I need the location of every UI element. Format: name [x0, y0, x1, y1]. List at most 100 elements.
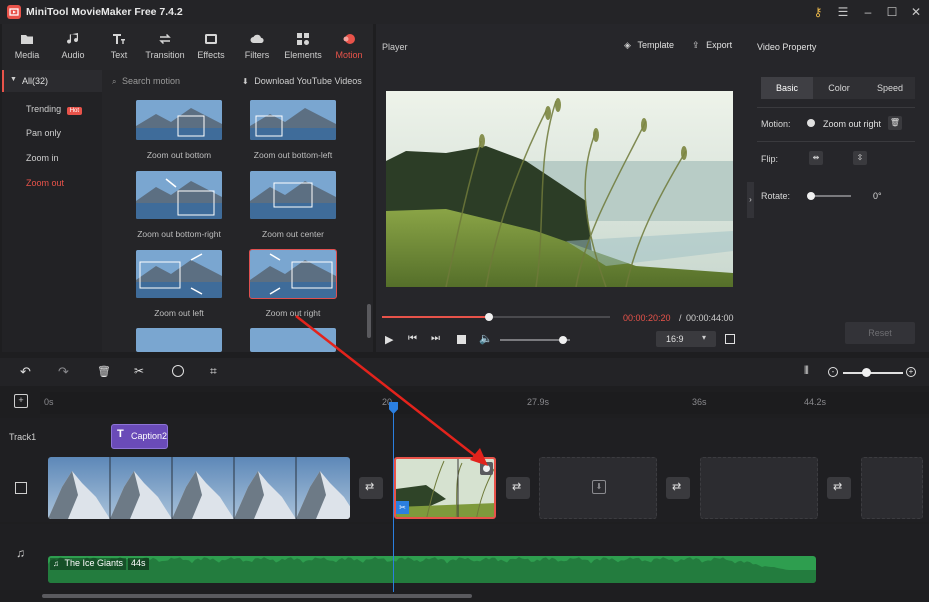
motion-thumb-selected[interactable]	[249, 249, 337, 299]
track-label: Track1	[9, 432, 37, 442]
category-zoom-in[interactable]: Zoom in	[26, 153, 59, 163]
redo-icon[interactable]: ↷	[58, 364, 69, 380]
split-marker-icon[interactable]: ✂	[396, 501, 409, 514]
motion-thumb[interactable]	[136, 250, 222, 298]
transition-slot[interactable]: ⇄	[506, 477, 530, 499]
search-motion-input[interactable]: Search motion	[122, 76, 180, 86]
timeline-ruler[interactable]: 0s 20 27.9s 36s 44.2s	[40, 392, 929, 414]
tab-audio[interactable]: Audio	[50, 24, 96, 70]
volume-thumb[interactable]	[559, 336, 567, 344]
category-all[interactable]: ▼ All(32)	[2, 70, 102, 92]
transition-slot[interactable]: ⇄	[359, 477, 383, 499]
motion-applied-icon[interactable]	[480, 462, 493, 475]
category-all-label: All(32)	[22, 76, 49, 86]
elements-icon	[297, 33, 309, 45]
aspect-value: 16:9	[666, 334, 684, 344]
tab-motion[interactable]: Motion	[326, 24, 372, 70]
export-button[interactable]: ⇪ Export	[692, 40, 732, 51]
caption-clip[interactable]: T Caption2	[111, 424, 168, 449]
speed-icon[interactable]	[172, 365, 184, 377]
motion-thumb[interactable]	[136, 328, 222, 352]
app-logo-icon	[7, 5, 21, 19]
zoom-slider-track[interactable]	[843, 372, 903, 374]
rotate-slider-thumb[interactable]	[807, 192, 815, 200]
template-button[interactable]: ◈ Template	[624, 40, 674, 51]
download-youtube-button[interactable]: ⬇ Download YouTube Videos	[242, 76, 367, 88]
category-zoom-out[interactable]: Zoom out	[26, 178, 64, 188]
time-separator: /	[679, 313, 682, 323]
delete-motion-icon[interactable]: 🗑	[888, 116, 902, 130]
grid-scrollbar[interactable]	[367, 304, 371, 338]
split-icon[interactable]: ✂	[134, 364, 144, 378]
tab-media[interactable]: Media	[4, 24, 50, 70]
timeline-scrollbar[interactable]	[42, 594, 472, 598]
app-title: MiniTool MovieMaker Free 7.4.2	[26, 6, 183, 18]
rotate-value: 0°	[873, 191, 882, 201]
previous-frame-icon[interactable]: ⏮	[408, 333, 417, 344]
volume-icon[interactable]: 🔈	[479, 332, 493, 345]
collapse-handle[interactable]: ›	[747, 182, 754, 218]
motion-thumb[interactable]	[250, 100, 336, 140]
tab-effects[interactable]: Effects	[188, 24, 234, 70]
caret-down-icon: ▼	[10, 76, 17, 83]
flip-horizontal-icon[interactable]: ⇹	[809, 151, 823, 165]
zoom-out-icon[interactable]: -	[828, 367, 838, 377]
tab-elements[interactable]: Elements	[280, 24, 326, 70]
delete-icon[interactable]: 🗑	[97, 365, 111, 378]
transition-slot[interactable]: ⇄	[666, 477, 690, 499]
empty-clip-slot[interactable]	[861, 457, 923, 519]
stop-icon[interactable]	[457, 335, 466, 344]
video-clip-mountains[interactable]	[48, 457, 350, 519]
audio-clip[interactable]: ♫ The Ice Giants 44s	[48, 556, 816, 583]
undo-icon[interactable]: ↶	[20, 364, 31, 380]
tab-filters[interactable]: Filters	[234, 24, 280, 70]
timeline-toolbar: ↶ ↷ 🗑 ✂ ⌗ ⦀ - +	[0, 358, 929, 386]
category-trending-label: Trending	[26, 104, 62, 114]
crop-icon[interactable]: ⌗	[210, 364, 217, 379]
transition-slot[interactable]: ⇄	[827, 477, 851, 499]
empty-clip-slot[interactable]	[700, 457, 818, 519]
tab-speed[interactable]: Speed	[865, 77, 915, 99]
motion-thumb[interactable]	[250, 171, 336, 219]
tab-basic[interactable]: Basic	[761, 77, 813, 99]
motion-thumb[interactable]	[136, 171, 222, 219]
add-track-icon[interactable]: +	[14, 394, 28, 408]
ruler-tick: 0s	[44, 397, 54, 407]
motion-label: Zoom out center	[262, 229, 324, 239]
audio-wave-icon[interactable]: ⦀	[804, 365, 809, 378]
main-toolbar: Media Audio Text Transition Effects Filt…	[2, 24, 373, 70]
tab-transition[interactable]: Transition	[142, 24, 188, 70]
search-motion[interactable]: ⌕ Search motion	[112, 76, 232, 88]
fullscreen-icon[interactable]	[725, 334, 735, 344]
flip-vertical-icon[interactable]: ⇳	[853, 151, 867, 165]
download-icon: ⬇	[242, 77, 249, 86]
zoom-in-icon[interactable]: +	[906, 367, 916, 377]
menu-icon[interactable]: ☰	[835, 4, 851, 20]
effects-icon	[205, 34, 217, 44]
ruler-tick: 27.9s	[527, 397, 550, 407]
category-trending[interactable]: Trending Hot	[26, 104, 83, 115]
minimize-icon[interactable]: –	[860, 4, 876, 20]
next-frame-icon[interactable]: ⏭	[431, 333, 440, 344]
empty-clip-slot[interactable]: ⬇	[539, 457, 657, 519]
export-label: Export	[706, 40, 733, 50]
play-icon[interactable]: ▶	[385, 333, 393, 346]
motion-thumb[interactable]	[136, 100, 222, 140]
reset-button[interactable]: Reset	[845, 322, 915, 344]
aspect-select[interactable]: 16:9 ▾	[656, 331, 716, 347]
motion-thumb[interactable]	[250, 328, 336, 352]
category-pan-only[interactable]: Pan only	[26, 128, 61, 138]
export-icon: ⇪	[692, 40, 700, 50]
zoom-slider-thumb[interactable]	[862, 368, 871, 377]
ruler-tick: 36s	[692, 397, 707, 407]
import-icon: ⬇	[592, 480, 606, 494]
maximize-icon[interactable]: ☐	[884, 4, 900, 20]
folder-icon	[21, 35, 33, 44]
tab-color[interactable]: Color	[813, 77, 865, 99]
tab-text[interactable]: Text	[96, 24, 142, 70]
music-track-icon: ♫	[16, 546, 25, 560]
rotate-slider-track[interactable]	[811, 195, 851, 197]
key-icon[interactable]: ⚷	[810, 4, 826, 20]
video-clip-grass-selected[interactable]: ✂	[394, 457, 496, 519]
close-icon[interactable]: ✕	[908, 4, 924, 20]
